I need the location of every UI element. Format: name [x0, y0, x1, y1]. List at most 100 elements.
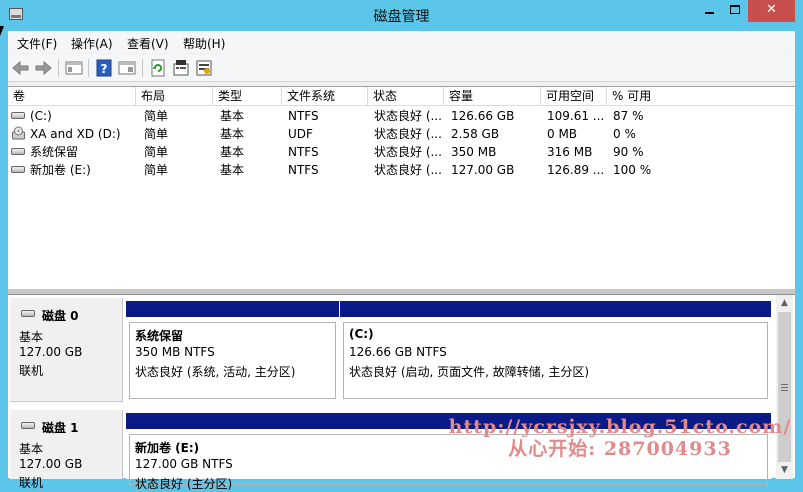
scroll-up-icon[interactable]: ▲ — [776, 295, 793, 312]
scroll-down-icon[interactable]: ▼ — [776, 462, 793, 479]
table-row[interactable]: 新加卷 (E:) 简单 基本 NTFS 状态良好 (... 127.00 GB … — [8, 161, 795, 179]
volume-filesystem: NTFS — [288, 163, 319, 177]
table-row[interactable]: (C:) 简单 基本 NTFS 状态良好 (... 126.66 GB 109.… — [8, 107, 795, 125]
partition-status: 状态良好 (启动, 页面文件, 故障转储, 主分区) — [349, 365, 590, 379]
help-icon[interactable]: ? — [94, 58, 114, 78]
volume-filesystem: NTFS — [288, 145, 319, 159]
mouse-cursor-icon — [0, 26, 4, 36]
disk-state: 联机 — [19, 364, 44, 378]
minimize-button[interactable] — [696, 0, 722, 22]
cd-drive-icon — [12, 126, 25, 140]
disk-0-label[interactable]: 磁盘 0 基本 127.00 GB 联机 — [10, 298, 123, 402]
menu-bar: 文件(F) 操作(A) 查看(V) 帮助(H) — [8, 31, 795, 53]
column-header-status[interactable]: 状态 — [368, 87, 444, 106]
toolbar-separator — [58, 59, 59, 77]
partition-system-reserved[interactable]: 系统保留 350 MB NTFS 状态良好 (系统, 活动, 主分区) — [126, 301, 339, 402]
volume-layout: 简单 — [144, 109, 169, 123]
close-icon: ✕ — [766, 2, 777, 17]
disk-name: 磁盘 1 — [42, 421, 79, 435]
volume-status: 状态良好 (... — [374, 145, 442, 159]
partition-c[interactable]: (C:) 126.66 GB NTFS 状态良好 (启动, 页面文件, 故障转储… — [340, 301, 771, 402]
volume-type: 基本 — [220, 109, 245, 123]
volume-filesystem: UDF — [288, 127, 313, 141]
volume-percent-free: 90 % — [613, 145, 644, 159]
volume-status: 状态良好 (... — [374, 163, 442, 177]
disk-type: 基本 — [19, 442, 44, 456]
volume-percent-free: 87 % — [613, 109, 644, 123]
volume-filesystem: NTFS — [288, 109, 319, 123]
toolbar: ? — [8, 54, 795, 82]
volume-free-space: 126.89 ... — [547, 163, 605, 177]
menu-view[interactable]: 查看(V) — [127, 35, 169, 52]
disk-icon — [21, 422, 35, 429]
volume-capacity: 350 MB — [451, 145, 497, 159]
volume-free-space: 0 MB — [547, 127, 578, 141]
partition-name: 新加卷 (E:) — [135, 441, 200, 455]
partition-bar — [126, 301, 339, 317]
volume-capacity: 127.00 GB — [451, 163, 515, 177]
refresh-icon[interactable] — [148, 58, 168, 78]
watermark-url: http://ycrsjxy.blog.51cto.com/ — [448, 416, 792, 438]
table-row[interactable]: XA and XD (D:) 简单 基本 UDF 状态良好 (... 2.58 … — [8, 125, 795, 143]
volume-layout: 简单 — [144, 127, 169, 141]
volume-type: 基本 — [220, 163, 245, 177]
drive-icon — [11, 166, 25, 173]
volume-free-space: 109.61 ... — [547, 109, 605, 123]
volume-status: 状态良好 (... — [374, 127, 442, 141]
forward-icon[interactable] — [33, 58, 53, 78]
properties-icon[interactable] — [171, 58, 191, 78]
maximize-button[interactable] — [722, 0, 748, 22]
menu-file[interactable]: 文件(F) — [17, 35, 57, 52]
disk-icon — [21, 310, 35, 317]
column-header-filesystem[interactable]: 文件系统 — [282, 87, 368, 106]
disk-state: 联机 — [19, 476, 44, 490]
partition-box: (C:) 126.66 GB NTFS 状态良好 (启动, 页面文件, 故障转储… — [343, 322, 768, 399]
column-header-capacity[interactable]: 容量 — [444, 87, 541, 106]
menu-action[interactable]: 操作(A) — [71, 35, 113, 52]
partition-name: (C:) — [349, 327, 374, 341]
disk-size: 127.00 GB — [19, 457, 83, 471]
back-icon[interactable] — [11, 58, 31, 78]
toolbar-separator — [88, 59, 89, 77]
drive-icon — [11, 112, 25, 119]
menu-help[interactable]: 帮助(H) — [183, 35, 225, 52]
column-header-volume[interactable]: 卷 — [8, 87, 136, 106]
volume-layout: 简单 — [144, 145, 169, 159]
column-header-percent-free[interactable]: % 可用 — [607, 87, 795, 106]
volume-name: 新加卷 (E:) — [30, 163, 91, 177]
partition-bar — [340, 301, 771, 317]
volume-name: 系统保留 — [30, 145, 79, 159]
console-tree-icon[interactable] — [64, 58, 84, 78]
partition-size: 127.00 GB NTFS — [135, 457, 233, 471]
details-icon[interactable] — [117, 58, 137, 78]
partition-name: 系统保留 — [135, 329, 184, 343]
volume-name: XA and XD (D:) — [30, 127, 121, 141]
partition-size: 126.66 GB NTFS — [349, 345, 447, 359]
close-button[interactable]: ✕ — [748, 0, 795, 22]
volume-capacity: 2.58 GB — [451, 127, 500, 141]
column-header-type[interactable]: 类型 — [213, 87, 282, 106]
maximize-icon — [730, 5, 740, 14]
column-header-free-space[interactable]: 可用空间 — [541, 87, 607, 106]
volume-free-space: 316 MB — [547, 145, 593, 159]
window-title: 磁盘管理 — [373, 9, 430, 25]
client-area: 文件(F) 操作(A) 查看(V) 帮助(H) ? 卷 布局 类型 文件系统 状… — [8, 31, 795, 491]
partition-box: 系统保留 350 MB NTFS 状态良好 (系统, 活动, 主分区) — [129, 322, 336, 399]
svg-text:?: ? — [101, 62, 108, 76]
volume-name: (C:) — [30, 109, 52, 123]
watermark: http://ycrsjxy.blog.51cto.com/ 从心开始: 287… — [445, 416, 795, 460]
column-header-layout[interactable]: 布局 — [136, 87, 213, 106]
volume-percent-free: 100 % — [613, 163, 652, 177]
disk-name: 磁盘 0 — [42, 309, 79, 323]
volume-percent-free: 0 % — [613, 127, 636, 141]
disk-1-label[interactable]: 磁盘 1 基本 127.00 GB 联机 — [10, 410, 123, 490]
watermark-text: 从心开始: 287004933 — [508, 438, 732, 460]
volume-status: 状态良好 (... — [374, 109, 442, 123]
drive-icon — [11, 148, 25, 155]
rescan-icon[interactable] — [194, 58, 214, 78]
volume-layout: 简单 — [144, 163, 169, 177]
table-row[interactable]: 系统保留 简单 基本 NTFS 状态良好 (... 350 MB 316 MB … — [8, 143, 795, 161]
grip-icon — [781, 384, 788, 391]
volume-type: 基本 — [220, 127, 245, 141]
title-bar[interactable]: 磁盘管理 ✕ — [0, 0, 803, 30]
